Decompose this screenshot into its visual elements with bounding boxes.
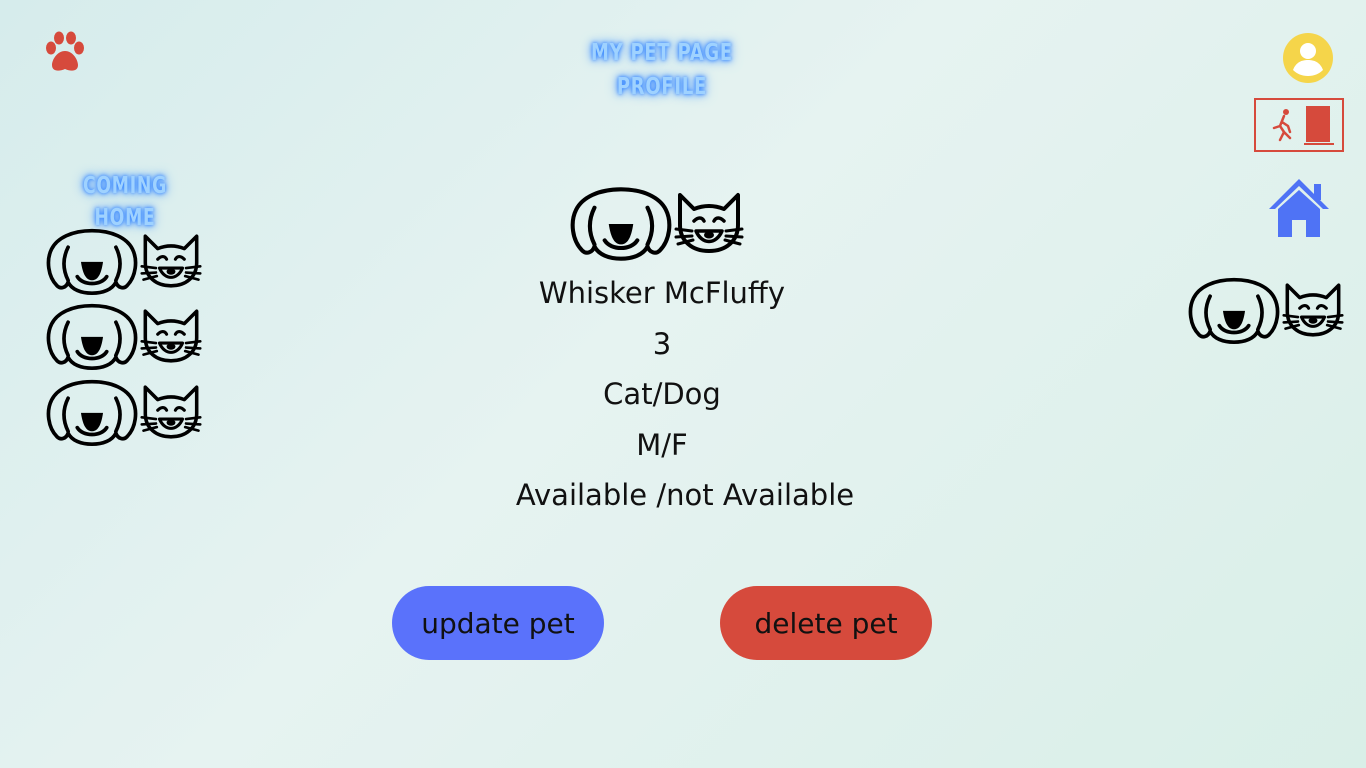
pet-type: Cat/Dog [603,377,721,411]
coming-home-item[interactable] [46,378,202,446]
user-pet-icons[interactable] [1188,276,1344,344]
paw-icon[interactable] [42,30,88,74]
delete-pet-button[interactable]: delete pet [720,586,932,660]
page-title-line-2: Profile [616,74,708,100]
coming-home-heading: Coming Home [82,173,167,231]
coming-home-item[interactable] [46,227,202,295]
page-title: My Pet Page Profile [582,36,741,104]
cat-icon [1282,281,1344,339]
coming-home-item[interactable] [46,302,202,370]
cat-icon [140,307,202,365]
cat-icon [674,191,744,255]
exit-icon[interactable] [1254,98,1344,152]
pet-age: 3 [652,327,672,361]
cat-icon [140,232,202,290]
pet-availability: Available /not Available [515,478,855,512]
dog-icon [46,227,138,295]
dog-icon [46,302,138,370]
pet-sex: M/F [636,428,688,462]
home-icon[interactable] [1266,176,1332,238]
page-title-line-1: My Pet Page [591,40,733,66]
update-pet-button[interactable]: update pet [392,586,604,660]
dog-icon [1188,276,1280,344]
dog-icon [570,185,672,261]
profile-icon[interactable] [1282,32,1334,84]
cat-icon [140,383,202,441]
pet-avatar [570,185,744,261]
pet-name: Whisker McFluffy [538,276,786,310]
dog-icon [46,378,138,446]
